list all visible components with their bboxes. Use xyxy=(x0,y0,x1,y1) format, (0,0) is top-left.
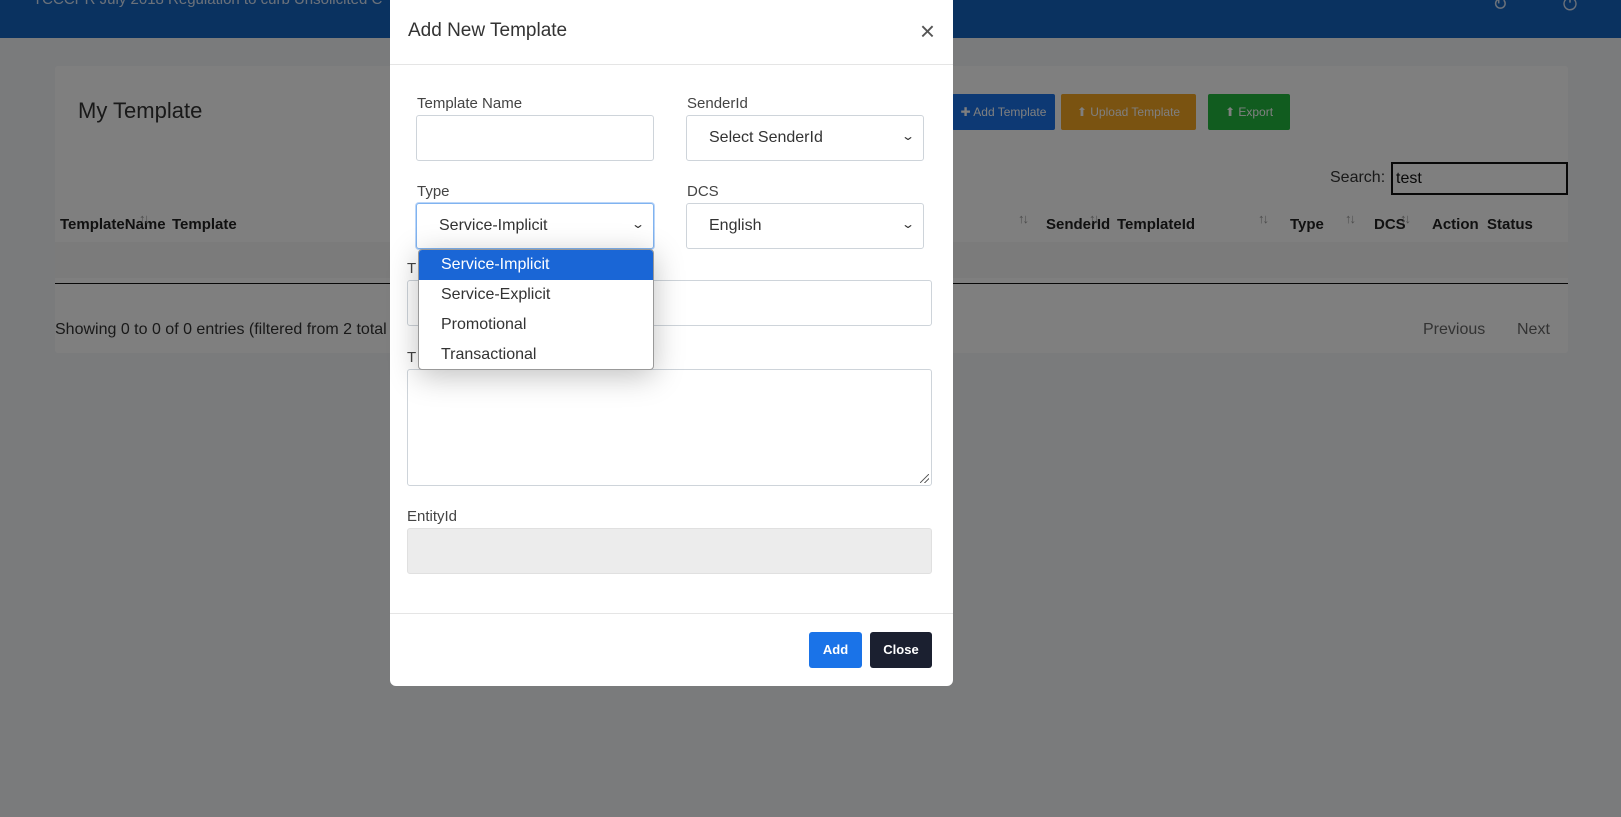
template-id-label: T xyxy=(407,260,417,277)
modal-header: Add New Template × xyxy=(390,0,953,65)
type-option-service-explicit[interactable]: Service-Explicit xyxy=(419,280,653,310)
chevron-down-icon: ⌄ xyxy=(900,129,916,143)
type-option-service-implicit[interactable]: Service-Implicit xyxy=(419,250,653,280)
entity-id-label: EntityId xyxy=(407,508,458,525)
close-button[interactable]: Close xyxy=(870,632,932,668)
resize-handle-icon[interactable] xyxy=(920,474,929,483)
modal-footer-divider xyxy=(390,613,953,614)
dcs-select[interactable]: English ⌄ xyxy=(686,203,924,249)
sender-id-label: SenderId xyxy=(687,95,748,112)
type-option-transactional[interactable]: Transactional xyxy=(419,340,653,369)
modal-title: Add New Template xyxy=(408,20,568,41)
type-option-promotional[interactable]: Promotional xyxy=(419,310,653,340)
chevron-down-icon: ⌄ xyxy=(630,217,646,231)
type-dropdown-list: Service-Implicit Service-Explicit Promot… xyxy=(418,249,654,370)
add-button[interactable]: Add xyxy=(809,632,862,668)
type-label: Type xyxy=(417,183,450,200)
template-name-label: Template Name xyxy=(417,95,523,112)
template-name-input[interactable] xyxy=(416,115,654,161)
close-icon[interactable]: × xyxy=(920,17,935,45)
template-textarea[interactable] xyxy=(407,369,932,486)
chevron-down-icon: ⌄ xyxy=(900,217,916,231)
type-select[interactable]: Service-Implicit ⌄ xyxy=(416,203,654,249)
template-label: T xyxy=(407,349,417,366)
sender-id-select[interactable]: Select SenderId ⌄ xyxy=(686,115,924,161)
dcs-label: DCS xyxy=(687,183,719,200)
entity-id-input xyxy=(407,528,932,574)
